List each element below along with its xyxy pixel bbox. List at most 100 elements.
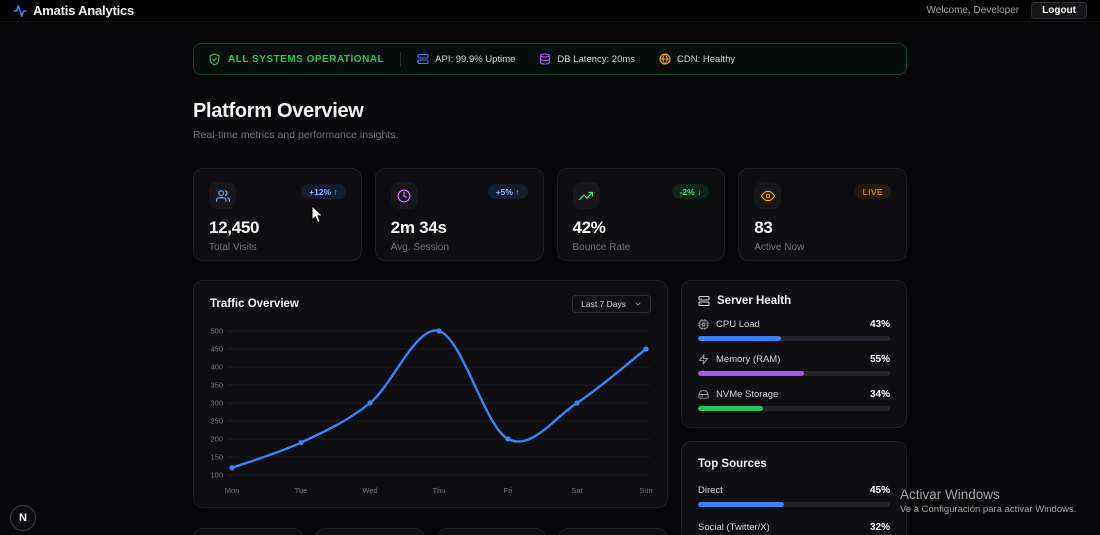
svg-text:Sat: Sat (571, 486, 583, 495)
stat-card-total-visits: +12% ↑ 12,450 Total Visits (193, 168, 362, 261)
progress-fill (698, 406, 764, 411)
progress-track (698, 371, 890, 376)
server-icon (698, 295, 710, 307)
svg-text:250: 250 (210, 417, 223, 426)
server-health-title: Server Health (698, 295, 890, 307)
svg-text:300: 300 (210, 399, 223, 408)
chevron-down-icon (634, 300, 642, 308)
source-label: Direct (698, 485, 723, 496)
svg-text:100: 100 (210, 471, 223, 480)
source-label: Social (Twitter/X) (698, 522, 770, 533)
nextjs-dev-badge[interactable]: N (10, 505, 36, 531)
progress-track (698, 502, 890, 507)
main-content: ALL SYSTEMS OPERATIONAL API: 99.9% Uptim… (193, 43, 907, 535)
svg-text:450: 450 (210, 345, 223, 354)
status-item-label: API: 99.9% Uptime (435, 53, 516, 65)
metric-value: 34% (869, 389, 890, 400)
live-badge: LIVE (854, 184, 891, 199)
page-title: Platform Overview (193, 100, 364, 122)
metric-label: CPU Load (716, 319, 760, 330)
stat-card-avg-session: +5% ↑ 2m 34s Avg. Session (374, 168, 544, 261)
stat-label: Avg. Session (390, 242, 449, 253)
svg-text:150: 150 (210, 453, 223, 462)
right-column: Server Health CPU Load 43% Memory (RAM) … (681, 280, 907, 535)
left-column: Traffic Overview Last 7 Days 100 150 200 25… (193, 280, 668, 535)
hard-drive-icon (698, 389, 709, 400)
logout-button[interactable]: Logout (1031, 2, 1087, 19)
activity-logo-icon (13, 4, 27, 18)
svg-text:500: 500 (210, 327, 223, 336)
brand: Amatis Analytics (13, 3, 134, 18)
summary-card (193, 528, 303, 535)
top-sources-title: Top Sources (698, 458, 767, 470)
metric-storage: NVMe Storage 34% (698, 389, 890, 411)
status-item-db: DB Latency: 20ms (539, 53, 635, 65)
svg-text:Mon: Mon (225, 486, 240, 495)
traffic-overview-card: Traffic Overview Last 7 Days 100 150 200 25… (193, 280, 668, 508)
progress-track (698, 406, 890, 411)
metric-value: 43% (869, 319, 890, 330)
status-item-label: CDN: Healthy (677, 53, 736, 65)
stat-value: 42% (572, 218, 606, 237)
svg-text:350: 350 (210, 381, 223, 390)
stats-row: +12% ↑ 12,450 Total Visits +5% ↑ 2m 34s … (193, 168, 907, 261)
users-icon (209, 182, 236, 209)
stat-value: 2m 34s (390, 218, 447, 237)
server-health-card: Server Health CPU Load 43% Memory (RAM) … (681, 280, 907, 428)
stat-card-active-now: LIVE 83 Active Now (738, 168, 907, 261)
stat-label: Active Now (754, 242, 805, 253)
svg-text:Sun: Sun (639, 486, 652, 495)
bottom-summary-row (193, 528, 668, 535)
summary-card (436, 528, 547, 535)
trending-up-icon (572, 182, 600, 209)
eye-icon (754, 182, 782, 209)
trend-badge: -2% ↓ (671, 184, 710, 199)
source-value: 45% (869, 485, 890, 496)
traffic-overview-title: Traffic Overview (210, 298, 299, 310)
source-value: 32% (869, 522, 890, 533)
status-main-label: ALL SYSTEMS OPERATIONAL (228, 53, 385, 65)
stat-card-bounce-rate: -2% ↓ 42% Bounce Rate (556, 168, 726, 261)
svg-text:Wed: Wed (362, 486, 377, 495)
svg-text:Fri: Fri (504, 486, 513, 495)
database-icon (539, 53, 551, 65)
welcome-text: Welcome, Developer (926, 5, 1020, 16)
summary-card (558, 528, 668, 535)
top-sources-card: Top Sources Direct 45% Social (Twitter/X… (681, 441, 907, 535)
status-main: ALL SYSTEMS OPERATIONAL (208, 52, 385, 66)
brand-name: Amatis Analytics (33, 3, 135, 18)
status-item-api: API: 99.9% Uptime (417, 53, 515, 65)
source-direct: Direct 45% (698, 485, 890, 507)
metric-memory: Memory (RAM) 55% (698, 354, 890, 376)
globe-icon (659, 53, 671, 65)
stat-value: 83 (754, 218, 773, 237)
zap-icon (698, 354, 709, 365)
svg-text:Thu: Thu (433, 486, 446, 495)
top-bar: Amatis Analytics Welcome, Developer Logo… (0, 0, 1100, 22)
summary-card (314, 528, 425, 535)
source-social: Social (Twitter/X) 32% (698, 522, 890, 535)
date-range-select[interactable]: Last 7 Days (572, 295, 651, 313)
clock-icon (390, 182, 418, 209)
stat-value: 12,450 (209, 218, 260, 237)
progress-fill (698, 336, 781, 341)
status-item-label: DB Latency: 20ms (557, 53, 636, 65)
progress-track (698, 336, 890, 341)
svg-text:200: 200 (210, 435, 223, 444)
divider (400, 52, 402, 66)
page-subtitle: Real-time metrics and performance insigh… (193, 129, 399, 141)
status-item-cdn: CDN: Healthy (659, 53, 735, 65)
trend-badge: +12% ↑ (301, 184, 346, 199)
metric-value: 55% (869, 354, 890, 365)
cpu-icon (698, 319, 709, 330)
trend-badge: +5% ↑ (487, 184, 528, 199)
metric-label: Memory (RAM) (716, 354, 781, 365)
stat-label: Bounce Rate (572, 242, 631, 253)
progress-fill (698, 502, 785, 507)
stat-label: Total Visits (209, 242, 257, 253)
progress-fill (698, 371, 804, 376)
date-range-value: Last 7 Days (581, 299, 626, 309)
activate-windows-watermark: Activar Windows Ve a Configuración para … (900, 487, 1077, 515)
traffic-line-chart: 100 150 200 250 300 350 400 450 500 Mon Tue Wed Thu F… (210, 327, 652, 496)
server-icon (417, 53, 429, 65)
